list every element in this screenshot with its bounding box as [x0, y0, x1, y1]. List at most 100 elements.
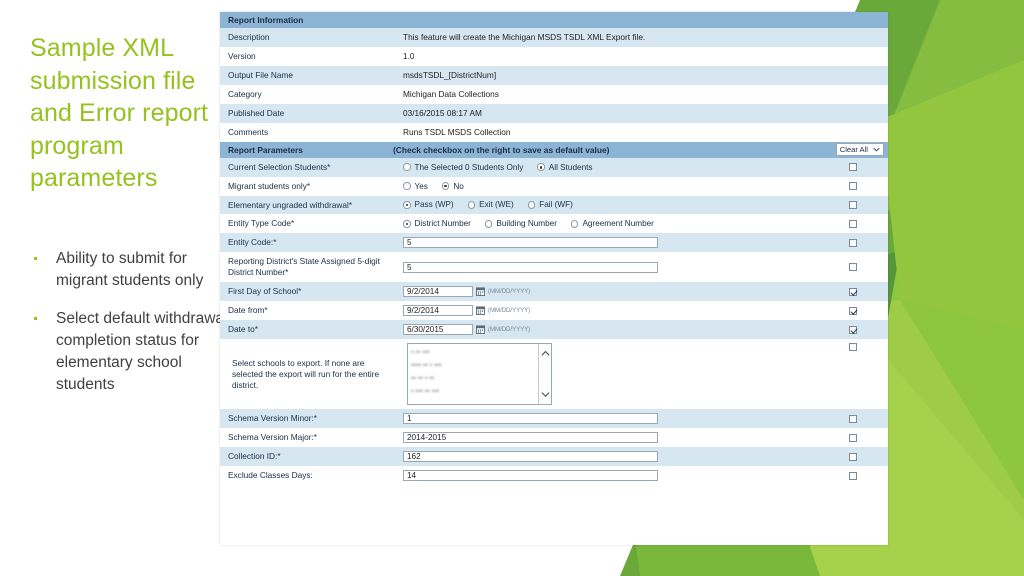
radio-icon[interactable] [484, 220, 493, 228]
bullet-text: Select default withdrawal completion sta… [56, 310, 228, 393]
radio-option-all-students[interactable]: All Students [537, 162, 593, 172]
radio-label: Pass (WP) [414, 200, 454, 210]
table-row-schema-version-minor: Schema Version Minor:* 1 [220, 409, 888, 429]
section-header-report-information: Report Information [220, 12, 888, 28]
radio-group-entity-type-code: District Number Building Number Agreemen… [403, 219, 654, 228]
table-row-entity-type-code: Entity Type Code* District Number Buildi… [220, 214, 888, 234]
calendar-icon[interactable] [476, 306, 485, 316]
bullet-list: Ability to submit for migrant students o… [30, 248, 230, 412]
save-default-checkbox[interactable] [849, 238, 857, 247]
radio-label: Yes [414, 181, 428, 191]
save-default-checkbox[interactable] [849, 263, 857, 272]
row-value: 03/16/2015 08:17 AM [403, 108, 482, 119]
radio-option-fail-wf[interactable]: Fail (WF) [527, 200, 573, 210]
row-value: Runs TSDL MSDS Collection [403, 127, 511, 138]
row-value: This feature will create the Michigan MS… [403, 32, 646, 43]
radio-icon[interactable] [403, 220, 411, 228]
radio-option-building-number[interactable]: Building Number [484, 219, 557, 229]
save-default-checkbox[interactable] [849, 163, 857, 172]
radio-option-selected-students-only[interactable]: The Selected 0 Students Only [403, 163, 523, 172]
radio-option-district-number[interactable]: District Number [403, 219, 471, 228]
table-row-output-file-name: Output File Name msdsTSDL_[DistrictNum] [220, 65, 888, 85]
chevron-up-icon[interactable] [540, 350, 550, 357]
listbox-scrollbar[interactable] [538, 344, 551, 405]
radio-label: Building Number [496, 219, 557, 229]
row-label: Schema Version Minor:* [228, 413, 318, 424]
radio-option-agreement-number[interactable]: Agreement Number [570, 219, 654, 228]
save-default-checkbox[interactable] [849, 287, 857, 296]
date-format-hint: (MM/DD/YYYY) [488, 326, 531, 334]
entity-code-input[interactable]: 5 [403, 237, 658, 249]
radio-label: Exit (WE) [479, 200, 514, 210]
radio-icon[interactable] [570, 220, 579, 228]
calendar-icon[interactable] [476, 325, 485, 335]
page-title: Sample XML submission file and Error rep… [30, 34, 209, 192]
save-default-checkbox[interactable] [849, 306, 857, 315]
save-default-checkbox[interactable] [849, 433, 857, 442]
schema-version-major-input[interactable]: 2014-2015 [403, 432, 658, 444]
radio-icon[interactable] [467, 201, 476, 209]
table-row-published-date: Published Date 03/16/2015 08:17 AM [220, 103, 888, 123]
table-row-schema-version-major: Schema Version Major:* 2014-2015 [220, 428, 888, 448]
radio-option-exit-we[interactable]: Exit (WE) [467, 200, 514, 210]
clear-all-dropdown[interactable]: Clear All [835, 143, 884, 157]
radio-icon[interactable] [403, 163, 411, 171]
radio-label: Fail (WF) [539, 200, 573, 210]
radio-group-migrant-only: Yes No [403, 182, 464, 191]
row-label: Elementary ungraded withdrawal* [228, 199, 353, 210]
list-item: Ability to submit for migrant students o… [30, 248, 230, 292]
date-from-input[interactable]: 9/2/2014 [403, 305, 473, 317]
calendar-icon[interactable] [476, 287, 485, 297]
save-default-checkbox[interactable] [849, 452, 857, 461]
bullet-text: Ability to submit for migrant students o… [56, 250, 204, 289]
chevron-down-icon[interactable] [540, 391, 550, 398]
radio-label: District Number [414, 219, 471, 229]
row-label: Exclude Classes Days: [228, 470, 313, 481]
table-row-date-from: Date from* 9/2/2014 (MM/DD/YYYY) [220, 301, 888, 321]
table-row-category: Category Michigan Data Collections [220, 84, 888, 104]
row-label: Select schools to export. If none are se… [232, 357, 380, 390]
table-row-elementary-ungraded-withdrawal: Elementary ungraded withdrawal* Pass (WP… [220, 195, 888, 215]
radio-option-migrant-no[interactable]: No [441, 182, 464, 191]
bullet-marker-icon [34, 317, 37, 320]
first-day-of-school-input[interactable]: 9/2/2014 [403, 286, 473, 298]
reporting-district-input[interactable]: 5 [403, 261, 658, 273]
collection-id-input[interactable]: 162 [403, 451, 658, 463]
exclude-classes-days-input[interactable]: 14 [403, 470, 658, 482]
save-default-checkbox[interactable] [849, 325, 857, 334]
row-label: Entity Code:* [228, 237, 277, 248]
save-default-checkbox[interactable] [849, 182, 857, 191]
radio-label: All Students [548, 162, 593, 172]
save-default-checkbox[interactable] [849, 219, 857, 228]
clear-all-label: Clear All [839, 145, 868, 155]
row-label: Entity Type Code* [228, 218, 295, 229]
save-default-checkbox[interactable] [849, 414, 857, 423]
row-label: Schema Version Major:* [228, 432, 318, 443]
chevron-down-icon [873, 147, 880, 152]
radio-option-migrant-yes[interactable]: Yes [403, 182, 428, 191]
section-title: Report Parameters [228, 144, 303, 155]
radio-icon[interactable] [403, 201, 411, 209]
select-schools-listbox[interactable]: ▪ ▪▪ ▪▪▪ ▪▪▪▪ ▪▪ ▪ ▪▪▪ ▪▪ ▪▪ ▪ ▪▪ ▪ ▪▪▪ ▪▪ … [407, 343, 552, 406]
report-parameters-form: Report Information Description This feat… [220, 12, 888, 545]
table-row-first-day-of-school: First Day of School* 9/2/2014 (MM/DD/YYY… [220, 282, 888, 302]
date-to-input[interactable]: 6/30/2015 [403, 324, 473, 336]
radio-group-current-selection: The Selected 0 Students Only All Student… [403, 163, 593, 172]
date-format-hint: (MM/DD/YYYY) [488, 288, 531, 296]
table-row-current-selection-students: Current Selection Students* The Selected… [220, 157, 888, 177]
row-label: Description [228, 32, 270, 42]
radio-option-pass-wp[interactable]: Pass (WP) [403, 200, 454, 209]
save-default-checkbox[interactable] [849, 200, 857, 209]
list-item: Select default withdrawal completion sta… [30, 308, 230, 396]
schema-version-minor-input[interactable]: 1 [403, 413, 658, 425]
radio-icon[interactable] [441, 182, 450, 190]
save-default-checkbox[interactable] [849, 343, 857, 352]
save-default-checkbox[interactable] [849, 471, 857, 480]
radio-icon[interactable] [403, 182, 411, 190]
row-label: Date to* [228, 324, 258, 335]
slide-text-panel: Sample XML submission file and Error rep… [0, 0, 230, 576]
section-header-report-parameters: Report Parameters (Check checkbox on the… [220, 141, 888, 158]
radio-icon[interactable] [527, 201, 536, 209]
row-label: Output File Name [228, 69, 294, 80]
radio-icon[interactable] [537, 163, 545, 171]
